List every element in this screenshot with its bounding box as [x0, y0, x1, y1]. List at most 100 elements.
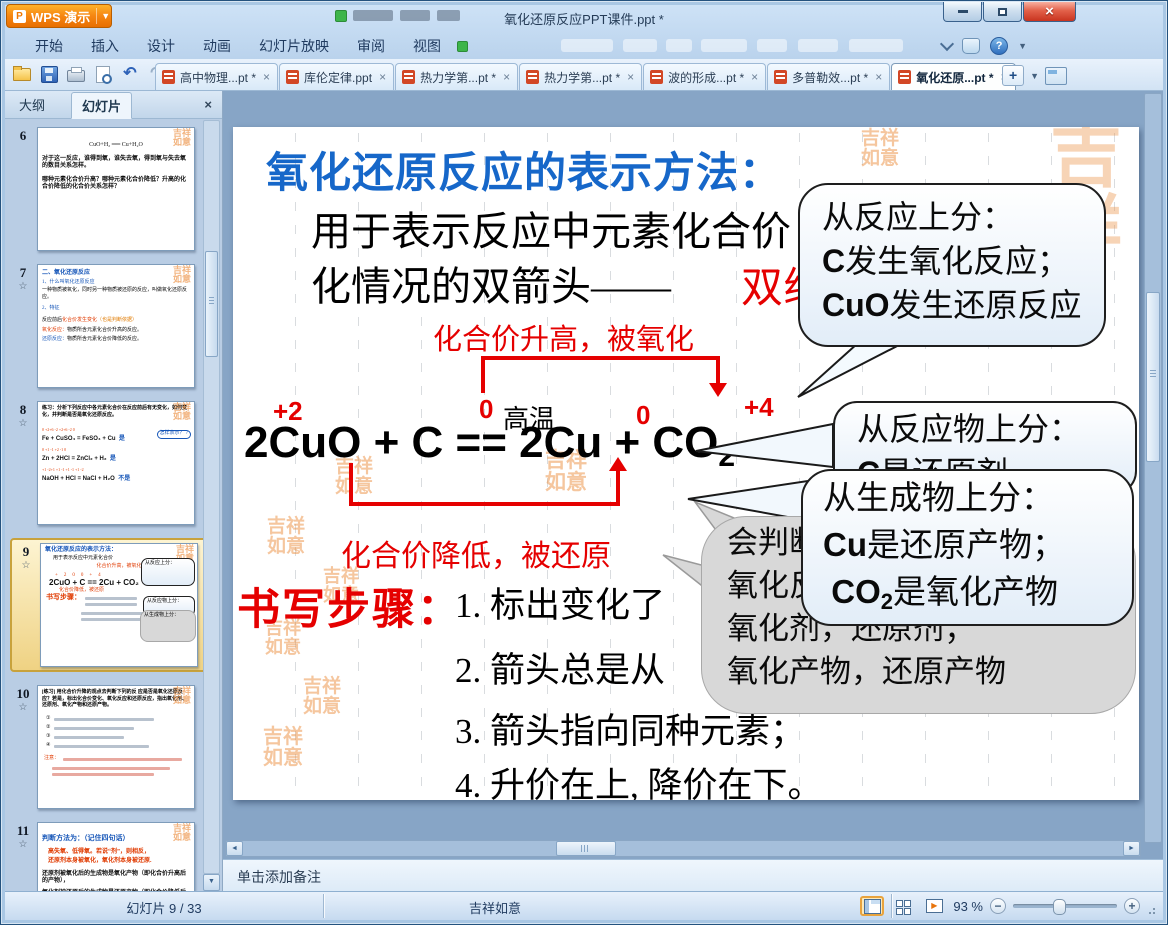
thumb-meta: 6: [19, 128, 27, 143]
vscrollbar-thumb[interactable]: [1146, 292, 1160, 462]
close-icon: ×: [1045, 3, 1054, 20]
tab-close-icon[interactable]: ×: [377, 70, 386, 84]
app-menu-caret-icon[interactable]: ▼: [101, 11, 110, 21]
tab-close-icon[interactable]: ×: [261, 70, 270, 84]
menu-view[interactable]: 视图: [399, 32, 455, 60]
doc-tab-active[interactable]: 氧化还原...pt *×: [891, 63, 1016, 90]
slide-sorter-icon: [896, 899, 910, 913]
seal-watermark: 吉祥如意: [172, 265, 191, 284]
menu-review[interactable]: 审阅: [343, 32, 399, 60]
slide-thumbnail-11[interactable]: 11 ☆ 吉祥如意 判断方法为：（记住四句话） 高失氧、低得氧。若说“剂”，则相反…: [9, 822, 222, 893]
menu-design[interactable]: 设计: [133, 32, 189, 60]
menu-insert[interactable]: 插入: [77, 32, 133, 60]
notes-pane[interactable]: 单击添加备注: [223, 859, 1163, 893]
minimize-icon: [957, 10, 968, 13]
slide-thumbnail-10[interactable]: 10 ☆ 吉祥如意 [练习] 用化合价升降的观点去判断下列的反 应是否是氧化还原反…: [9, 685, 222, 809]
open-file-button[interactable]: [13, 65, 31, 83]
sidebar-scrollbar-thumb[interactable]: [205, 251, 218, 357]
menubar-faded-item: [666, 39, 692, 52]
menubar-faded-item: [849, 39, 903, 52]
menu-home[interactable]: 开始: [21, 32, 77, 60]
mini-callout-gray: 从生成物上分：: [140, 610, 196, 642]
slide-thumbnail-6[interactable]: 6 吉祥如意 CuO+H₂ ══ Cu+H₂O 对于这一反应，谁得到氧，谁失去氧…: [9, 127, 222, 251]
sidebar-scrollbar[interactable]: [203, 120, 220, 874]
collapse-ribbon-icon[interactable]: [940, 36, 955, 52]
theme-name: 吉祥如意: [468, 901, 521, 916]
new-tab-button[interactable]: +: [1002, 65, 1025, 86]
close-button[interactable]: ×: [1023, 2, 1076, 22]
tab-close-icon[interactable]: ×: [501, 70, 510, 84]
scroll-right-icon[interactable]: ►: [1123, 841, 1140, 856]
slide-thumbnail-7[interactable]: 7 ☆ 吉祥如意 二、氧化还原反应 1、什么叫氧化还原反应 一种物质被氧化，同时另…: [9, 264, 222, 388]
doc-tab[interactable]: 高中物理...pt * ×: [155, 63, 279, 90]
slide-editor-area: 吉祥 吉祥如意 吉祥如意 吉祥如意 吉祥如意 吉祥如意 吉祥如意 吉祥如意 吉祥…: [223, 91, 1163, 859]
slide-thumbnail-9-selected[interactable]: 9☆ 吉祥如意 氧化还原反应的表示方法： 用于表示反应中元素化合价 化合价升高，…: [10, 538, 208, 672]
undo-button[interactable]: ↶: [121, 65, 139, 83]
maximize-button[interactable]: [983, 2, 1022, 22]
print-preview-button[interactable]: [94, 65, 112, 84]
doc-tab[interactable]: 热力学第...pt * ×: [519, 63, 643, 90]
callout-reaction[interactable]: 从反应上分： C发生氧化反应； CuO发生还原反应: [798, 183, 1106, 347]
view-normal-button[interactable]: [860, 896, 885, 916]
ppt-file-icon: [774, 70, 788, 84]
zoom-out-button[interactable]: −: [990, 898, 1006, 914]
panel-tabs: 大纲 幻灯片 ×: [5, 91, 222, 119]
menubar-right-cluster: ? ▼: [940, 36, 1027, 55]
hscrollbar-thumb[interactable]: [556, 841, 616, 856]
help-icon[interactable]: ?: [990, 37, 1009, 55]
panel-close-icon[interactable]: ×: [204, 97, 212, 112]
slide-canvas[interactable]: 吉祥 吉祥如意 吉祥如意 吉祥如意 吉祥如意 吉祥如意 吉祥如意 吉祥如意 吉祥…: [233, 127, 1139, 800]
doc-tab[interactable]: 热力学第...pt * ×: [395, 63, 519, 90]
view-sorter-button[interactable]: [891, 896, 915, 916]
slide-thumbnail-8[interactable]: 8 ☆ 吉祥如意 练习：分析下列反应中各元素化合价在反应前后有无变化，如何变化，并…: [9, 401, 222, 525]
thumb-canvas: 吉祥如意 二、氧化还原反应 1、什么叫氧化还原反应 一种物质被氧化，同时另一种物…: [37, 264, 195, 388]
zoom-slider[interactable]: [1013, 898, 1117, 915]
main-vertical-scrollbar[interactable]: [1144, 93, 1162, 843]
tab-list-caret-icon[interactable]: ▼: [1030, 71, 1039, 81]
slide-counter: 幻灯片 9 / 33: [126, 901, 202, 916]
tab-close-icon[interactable]: ×: [749, 70, 758, 84]
arrange-panes-icon[interactable]: [1045, 66, 1067, 85]
print-button[interactable]: [67, 65, 85, 83]
thumbnail-list: 6 吉祥如意 CuO+H₂ ══ Cu+H₂O 对于这一反应，谁得到氧，谁失去氧…: [5, 119, 222, 893]
app-name: WPS 演示: [31, 9, 91, 25]
doc-tab[interactable]: 波的形成...pt * ×: [643, 63, 767, 90]
sidebar-scroll-down-icon[interactable]: ▼: [203, 874, 220, 891]
slideshow-icon: ▶: [925, 899, 943, 913]
notes-placeholder: 单击添加备注: [237, 869, 321, 885]
animation-star-icon: ☆: [21, 560, 31, 571]
main-horizontal-scrollbar[interactable]: ◄ ►: [225, 840, 1141, 857]
app-button-divider: [96, 8, 98, 24]
doc-tab[interactable]: 库伦定律.ppt ×: [279, 63, 395, 90]
tab-outline[interactable]: 大纲: [19, 95, 45, 114]
tab-slides[interactable]: 幻灯片: [71, 91, 133, 119]
callout-product[interactable]: 从生成物上分： Cu是还原产物； CO2是氧化产物: [801, 469, 1134, 626]
ppt-file-icon: [526, 70, 540, 84]
view-slideshow-button[interactable]: ▶: [922, 896, 946, 916]
wps-app-button[interactable]: P WPS 演示 ▼: [6, 4, 112, 28]
thumb-meta: 10 ☆: [9, 685, 37, 809]
scroll-left-icon[interactable]: ◄: [226, 841, 243, 856]
wps-presentation-window: P WPS 演示 ▼ 氧化还原反应PPT课件.ppt * × 开始 插入 设计 …: [0, 0, 1168, 925]
thumb-meta: 7 ☆: [9, 264, 37, 388]
printer-icon: [67, 66, 85, 82]
menubar-faded-item: [798, 39, 838, 52]
menu-slideshow[interactable]: 幻灯片放映: [245, 32, 343, 60]
seal-watermark: 吉祥如意: [172, 128, 191, 147]
save-button[interactable]: [40, 65, 58, 83]
window-title: 氧化还原反应PPT课件.ppt *: [504, 12, 664, 27]
doc-tab[interactable]: 多普勒效...pt * ×: [767, 63, 891, 90]
zoom-in-button[interactable]: +: [1124, 898, 1140, 914]
tab-close-icon[interactable]: ×: [873, 70, 882, 84]
ppt-file-icon: [162, 70, 175, 84]
skin-theme-icon[interactable]: [962, 38, 981, 54]
thumb-meta: 11 ☆: [9, 822, 37, 893]
tab-close-icon[interactable]: ×: [625, 70, 634, 84]
ppt-file-icon: [898, 70, 912, 84]
help-caret-icon[interactable]: ▼: [1018, 41, 1027, 51]
animation-star-icon: ☆: [18, 702, 28, 713]
minimize-button[interactable]: [943, 2, 982, 22]
zoom-slider-thumb[interactable]: [1053, 899, 1066, 915]
menu-animation[interactable]: 动画: [189, 32, 245, 60]
tab-controls: + ▼: [1002, 65, 1067, 86]
